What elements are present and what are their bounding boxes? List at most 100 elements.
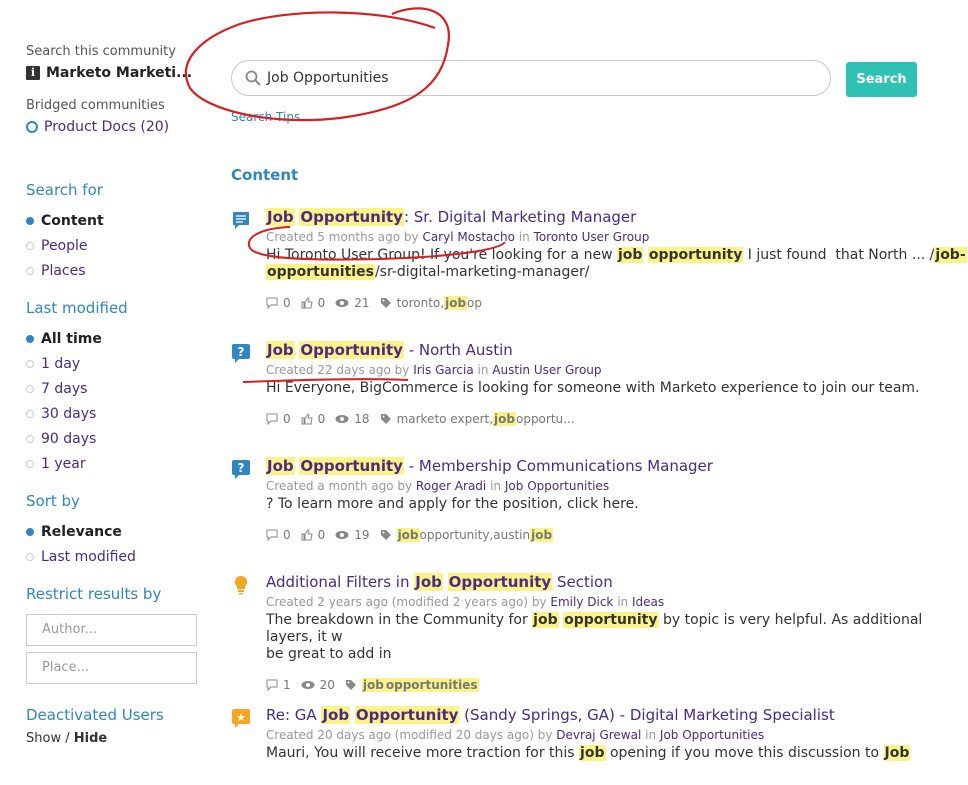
- result-snippet: Hi Toronto User Group! If you're looking…: [266, 247, 968, 281]
- count: 21: [354, 296, 370, 310]
- radio-icon: [26, 527, 34, 536]
- highlight: job: [579, 745, 606, 761]
- result-meta: Created a month ago by Roger Aradi in Jo…: [266, 479, 968, 493]
- community-name-text: Marketo Marketi...: [46, 65, 193, 81]
- result-title[interactable]: Additional Filters in Job Opportunity Se…: [266, 572, 968, 592]
- view-count: 18: [335, 412, 370, 426]
- count: 0: [317, 296, 326, 310]
- count: 18: [354, 412, 370, 426]
- last-modified-all-time[interactable]: All time: [26, 326, 201, 351]
- highlight: job: [530, 528, 554, 542]
- author-link[interactable]: Iris Garcia: [413, 363, 473, 377]
- radio-icon: [26, 409, 34, 418]
- highlight: Job: [414, 573, 443, 591]
- place-link[interactable]: Ideas: [632, 595, 664, 609]
- result-title[interactable]: Job Opportunity: Sr. Digital Marketing M…: [266, 207, 968, 227]
- author-link[interactable]: Caryl Mostacho: [422, 230, 514, 244]
- search-input[interactable]: Job Opportunities: [231, 60, 831, 96]
- sort-last-modified[interactable]: Last modified: [26, 544, 201, 569]
- svg-text:?: ?: [238, 461, 245, 475]
- eye-icon: [335, 299, 349, 307]
- search-for-content[interactable]: Content: [26, 208, 201, 233]
- radio-icon: [26, 459, 34, 468]
- place-link[interactable]: Austin User Group: [492, 363, 601, 377]
- tag-text[interactable]: opportu...: [516, 412, 575, 426]
- comment-count: 0: [266, 528, 291, 542]
- place-link[interactable]: Toronto User Group: [534, 230, 650, 244]
- svg-text:★: ★: [236, 711, 246, 724]
- meta-created: Created a month ago by: [266, 479, 413, 493]
- tag-icon: [380, 530, 391, 540]
- highlight: Job: [266, 208, 295, 226]
- author-link[interactable]: Roger Aradi: [416, 479, 486, 493]
- featured-question-icon: ★: [232, 709, 250, 728]
- show-link[interactable]: Show: [26, 731, 61, 746]
- question-icon: ?: [232, 460, 250, 479]
- highlight: job: [361, 678, 385, 692]
- search-for-people[interactable]: People: [26, 233, 201, 258]
- comment-icon: [266, 297, 278, 309]
- option-label: 7 days: [41, 380, 88, 397]
- result-snippet: ? To learn more and apply for the positi…: [266, 496, 639, 512]
- radio-icon: [26, 266, 34, 275]
- comment-icon: [266, 679, 278, 691]
- place-input[interactable]: Place...: [26, 652, 197, 684]
- tag-icon: [380, 298, 391, 308]
- result-title[interactable]: Job Opportunity - North Austin: [266, 340, 968, 360]
- search-tips-link[interactable]: Search Tips: [231, 110, 300, 124]
- place-link[interactable]: Job Opportunities: [505, 479, 609, 493]
- result-snippet: Mauri, You will receive more traction fo…: [266, 745, 968, 763]
- last-modified-30-days[interactable]: 30 days: [26, 401, 201, 426]
- tag-text[interactable]: toronto,: [397, 296, 445, 310]
- result-body: Job Opportunity - North Austin Created 2…: [266, 340, 968, 426]
- highlight: opportunity: [563, 612, 659, 628]
- last-modified-1-day[interactable]: 1 day: [26, 351, 201, 376]
- sort-by-heading: Sort by: [26, 492, 80, 510]
- result-stats: 1 20 job opportunities: [266, 678, 968, 692]
- snippet-text: Hi Toronto User Group! If you're looking…: [266, 247, 617, 263]
- sidebar: Search this community i Marketo Marketi.…: [26, 44, 201, 746]
- meta-in: in: [490, 479, 502, 493]
- highlight: Opportunity: [447, 573, 553, 591]
- author-link[interactable]: Emily Dick: [550, 595, 613, 609]
- result-body: Job Opportunity: Sr. Digital Marketing M…: [266, 207, 968, 310]
- search-for-list: Content People Places: [26, 208, 201, 283]
- author-input[interactable]: Author...: [26, 614, 197, 646]
- tag-text[interactable]: op: [467, 296, 482, 310]
- author-link[interactable]: Devraj Grewal: [556, 728, 641, 742]
- result-meta: Created 22 days ago by Iris Garcia in Au…: [266, 363, 968, 377]
- count: 0: [283, 528, 291, 542]
- highlight: Job: [266, 457, 295, 475]
- result-title[interactable]: Re: GA Job Opportunity (Sandy Springs, G…: [266, 705, 968, 725]
- comment-count: 0: [266, 412, 291, 426]
- result-body: Re: GA Job Opportunity (Sandy Springs, G…: [266, 705, 968, 763]
- bridged-community-link[interactable]: Product Docs (20): [26, 119, 201, 135]
- last-modified-90-days[interactable]: 90 days: [26, 426, 201, 451]
- count: 1: [283, 678, 291, 692]
- last-modified-7-days[interactable]: 7 days: [26, 376, 201, 401]
- search-for-places[interactable]: Places: [26, 258, 201, 283]
- svg-text:?: ?: [238, 345, 245, 359]
- search-button[interactable]: Search: [846, 62, 917, 97]
- option-label: Places: [41, 262, 86, 279]
- like-icon: [301, 529, 313, 541]
- hide-link[interactable]: Hide: [74, 731, 107, 746]
- tag-icon: [345, 680, 356, 690]
- sort-relevance[interactable]: Relevance: [26, 519, 201, 544]
- place-link[interactable]: Job Opportunities: [660, 728, 764, 742]
- meta-created: Created 22 days ago by: [266, 363, 410, 377]
- bridged-icon: [26, 121, 38, 133]
- count: 0: [317, 528, 326, 542]
- eye-icon: [335, 531, 349, 539]
- highlight: Job: [266, 341, 295, 359]
- result-title[interactable]: Job Opportunity - Membership Communicati…: [266, 456, 968, 476]
- last-modified-1-year[interactable]: 1 year: [26, 451, 201, 476]
- separator: /: [65, 731, 70, 746]
- highlight: opportunities: [384, 678, 479, 692]
- community-name[interactable]: i Marketo Marketi...: [26, 65, 201, 81]
- title-text: Re: GA: [266, 706, 322, 724]
- radio-icon: [26, 359, 34, 368]
- tag-text[interactable]: marketo expert,: [397, 412, 493, 426]
- tag-text[interactable]: opportunity,austin: [420, 528, 531, 542]
- deactivated-users-heading: Deactivated Users: [26, 706, 164, 724]
